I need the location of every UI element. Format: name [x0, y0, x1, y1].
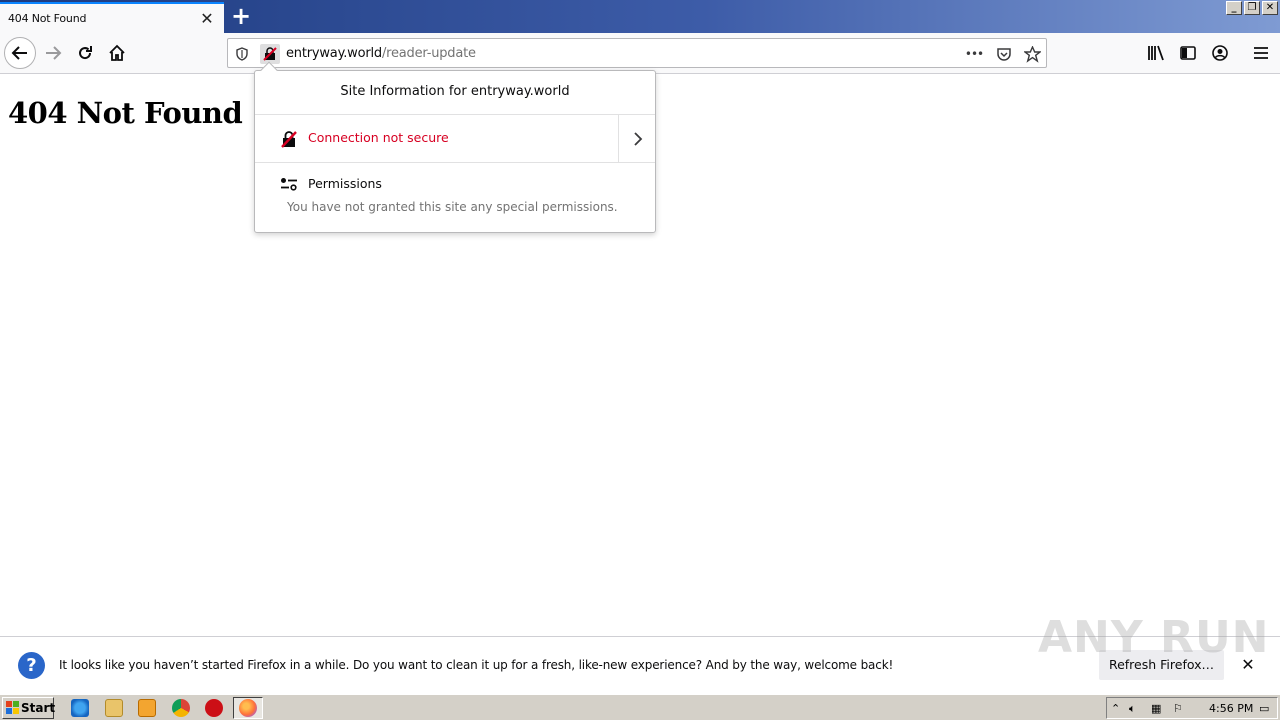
site-info-title: Site Information for entryway.world: [340, 84, 570, 99]
account-icon[interactable]: [1209, 43, 1231, 63]
start-label: Start: [21, 701, 56, 715]
forward-arrow-icon: [46, 46, 62, 60]
page-heading: 404 Not Found: [8, 96, 243, 130]
tab-title: 404 Not Found: [8, 12, 87, 25]
home-button[interactable]: [101, 37, 133, 69]
permissions-icon: [281, 178, 297, 191]
nav-bar: entryway.world/reader-update •••: [0, 33, 1280, 74]
firefox-taskbar-button[interactable]: [233, 697, 263, 719]
home-icon: [109, 44, 125, 61]
tab-strip: 404 Not Found ✕ + _ ❐ ✕: [0, 0, 1280, 33]
url-text[interactable]: entryway.world/reader-update: [286, 46, 476, 61]
connection-row[interactable]: Connection not secure: [255, 115, 655, 162]
firefox-icon: [239, 699, 257, 717]
windows-logo-icon: [6, 701, 19, 714]
library-icon[interactable]: [1145, 43, 1167, 63]
opera-icon[interactable]: [205, 699, 223, 717]
url-domain: entryway.world: [286, 46, 382, 61]
tracking-protection-shield-icon[interactable]: [232, 44, 252, 64]
network-icon[interactable]: ▦: [1151, 702, 1161, 715]
new-tab-button[interactable]: +: [228, 4, 254, 30]
url-path: /reader-update: [381, 46, 476, 61]
chevron-right-icon: [633, 131, 642, 146]
tab-404-not-found[interactable]: 404 Not Found ✕: [0, 2, 224, 33]
pocket-icon[interactable]: [994, 44, 1014, 64]
sidebar-icon[interactable]: [1177, 43, 1199, 63]
bookmark-star-icon[interactable]: [1022, 44, 1042, 64]
watermark-logo: ANY RUN: [1038, 612, 1270, 663]
taskbar: Start ⌃ 🔈︎ ▦ ⚐ 4:56 PM ▭: [0, 694, 1280, 720]
clock[interactable]: 4:56 PM: [1209, 702, 1253, 715]
close-window-button[interactable]: ✕: [1262, 1, 1278, 15]
system-tray: ⌃ 🔈︎ ▦ ⚐ 4:56 PM ▭: [1106, 697, 1278, 719]
page-actions-more-icon[interactable]: •••: [964, 44, 984, 64]
notification-message: It looks like you haven’t started Firefo…: [59, 658, 894, 672]
chrome-icon[interactable]: [172, 699, 190, 717]
insecure-connection-icon: [281, 131, 297, 148]
media-player-icon[interactable]: [138, 699, 156, 717]
action-center-flag-icon[interactable]: ⚐: [1173, 702, 1183, 715]
back-button[interactable]: [4, 37, 36, 69]
restore-button[interactable]: ❐: [1244, 1, 1260, 15]
forward-button[interactable]: [37, 37, 69, 69]
tray-expand-icon[interactable]: ⌃: [1111, 702, 1120, 715]
reload-icon: [79, 46, 92, 60]
insecure-lock-icon[interactable]: [260, 44, 280, 64]
start-button[interactable]: Start: [2, 697, 56, 719]
file-explorer-icon[interactable]: [105, 699, 123, 717]
permissions-title: Permissions: [308, 176, 382, 191]
back-arrow-icon: [11, 46, 27, 60]
question-icon: ?: [18, 652, 45, 679]
tab-close-icon[interactable]: ✕: [198, 10, 216, 28]
permissions-description: You have not granted this site any speci…: [287, 200, 618, 214]
internet-explorer-icon[interactable]: [71, 699, 89, 717]
window-controls: _ ❐ ✕: [1226, 1, 1278, 15]
connection-status-text: Connection not secure: [308, 130, 449, 145]
connection-details-button[interactable]: [618, 115, 656, 162]
hamburger-menu-icon[interactable]: [1250, 43, 1272, 63]
reload-button[interactable]: [69, 37, 101, 69]
divider: [255, 162, 655, 163]
minimize-button[interactable]: _: [1226, 1, 1242, 15]
site-info-popup: Site Information for entryway.world Conn…: [254, 61, 656, 233]
volume-icon[interactable]: 🔈︎: [1129, 702, 1136, 716]
url-bar[interactable]: entryway.world/reader-update •••: [227, 38, 1047, 68]
show-desktop-icon[interactable]: ▭: [1259, 702, 1269, 715]
